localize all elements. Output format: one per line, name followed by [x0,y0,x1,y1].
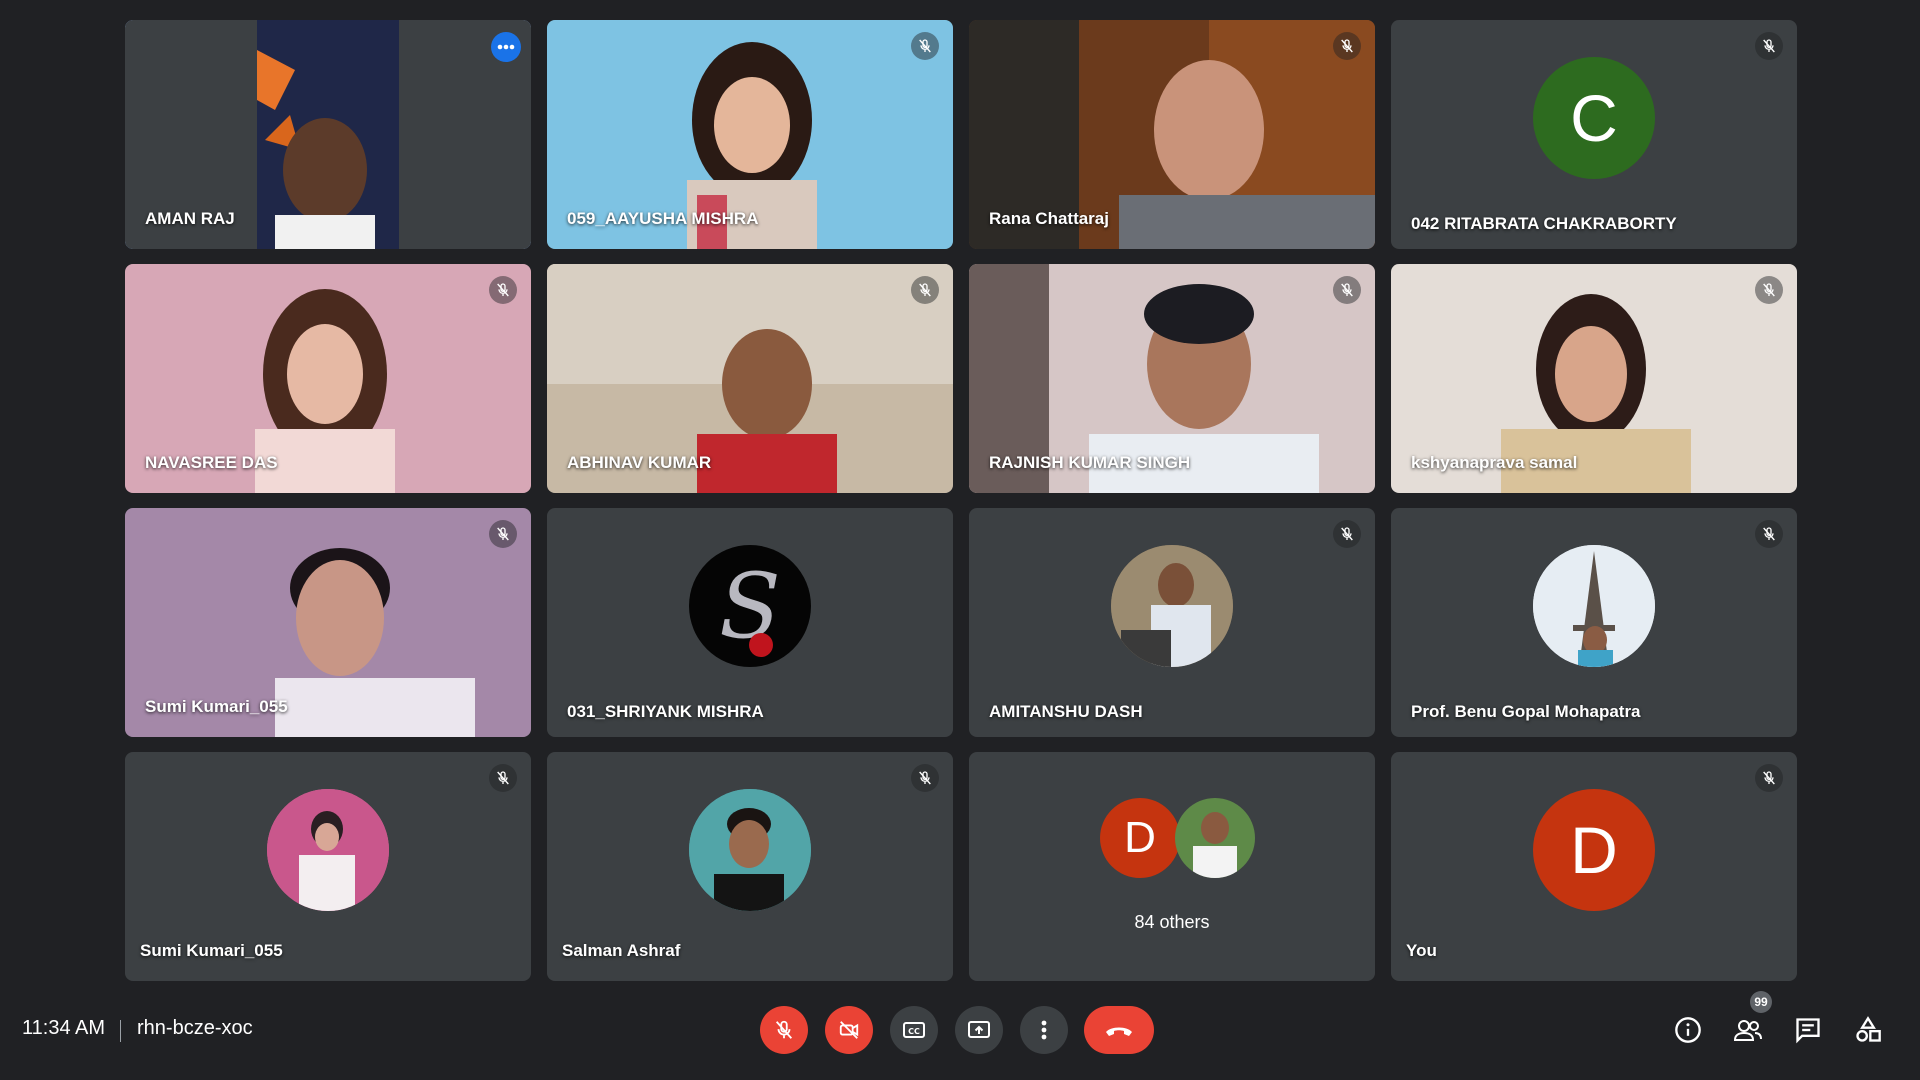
participant-name: ABHINAV KUMAR [567,453,712,472]
participant-avatar: D [1533,788,1655,911]
mic-off-icon [1755,520,1783,548]
camera-off-icon [839,1021,859,1039]
participant-name: AMAN RAJ [145,209,235,228]
mic-off-icon [911,764,939,792]
bottom-bar: 11:34 AM rhn-bcze-xoc CC 99 [0,991,1920,1080]
people-button[interactable] [1730,1012,1766,1048]
divider [120,1020,121,1042]
camera-toggle-button[interactable] [825,1006,873,1054]
mic-off-icon [911,32,939,60]
participant-name: Sumi Kumari_055 [145,697,288,716]
participant-tile-rana-chattaraj[interactable]: Rana Chattaraj [969,20,1375,249]
activities-button[interactable] [1850,1012,1886,1048]
participant-name: You [1406,941,1437,960]
others-avatar-d: D [1100,798,1180,878]
hang-up-icon [1106,1027,1132,1036]
present-screen-button[interactable] [955,1006,1003,1054]
participant-tile-ritabrata-chakraborty[interactable]: C 042 RITABRATA CHAKRABORTY [1391,20,1797,249]
participant-tile-abhinav-kumar[interactable]: ABHINAV KUMAR [547,264,953,493]
mic-off-icon [911,276,939,304]
participant-avatar [267,788,389,911]
more-options-button[interactable] [491,32,521,62]
mic-off-icon [1755,32,1783,60]
others-tile[interactable]: D 84 others [969,752,1375,981]
svg-text:CC: CC [908,1027,920,1036]
participant-tile-benu-gopal-mohapatra[interactable]: Prof. Benu Gopal Mohapatra [1391,508,1797,737]
participant-tile-aman-raj[interactable]: AMAN RAJ [125,20,531,249]
more-vert-icon [1041,1020,1047,1040]
participant-tile-you[interactable]: D You [1391,752,1797,981]
leave-call-button[interactable] [1084,1006,1154,1054]
participant-count-badge: 99 [1750,991,1772,1013]
others-avatar-photo [1175,798,1255,878]
people-icon [1733,1020,1762,1041]
mic-off-icon [1333,32,1361,60]
participant-name: Sumi Kumari_055 [140,941,283,960]
meeting-details-button[interactable] [1670,1012,1706,1048]
mic-off-icon [489,764,517,792]
participant-name: 042 RITABRATA CHAKRABORTY [1411,214,1677,233]
activities-icon [1856,1016,1881,1042]
meeting-code: rhn-bcze-xoc [137,1017,253,1039]
mic-off-icon [1333,276,1361,304]
participant-tile-aayusha-mishra[interactable]: 059_AAYUSHA MISHRA [547,20,953,249]
participant-tile-salman-ashraf[interactable]: Salman Ashraf [547,752,953,981]
participant-tile-sumi-kumari-video[interactable]: Sumi Kumari_055 [125,508,531,737]
others-count: 84 others [1134,912,1210,932]
participant-name: 059_AAYUSHA MISHRA [567,209,759,228]
participant-tile-shriyank-mishra[interactable]: S 031_SHRIYANK MISHRA [547,508,953,737]
captions-icon: CC [903,1022,925,1038]
participant-name: Rana Chattaraj [989,209,1109,228]
more-options-button[interactable] [1020,1006,1068,1054]
captions-button[interactable]: CC [890,1006,938,1054]
participant-name: 031_SHRIYANK MISHRA [567,702,764,721]
participant-avatar [689,788,811,911]
participant-name: Salman Ashraf [562,941,681,960]
participant-avatar: C [1533,56,1655,179]
info-icon [1675,1017,1701,1043]
participant-tile-kshyanaprava-samal[interactable]: kshyanaprava samal [1391,264,1797,493]
mic-off-icon [1755,276,1783,304]
chat-button[interactable] [1790,1012,1826,1048]
participant-avatar: S [689,544,811,667]
participant-name: kshyanaprava samal [1411,453,1578,472]
participant-avatar [1111,544,1233,667]
participant-tile-amitanshu-dash[interactable]: AMITANSHU DASH [969,508,1375,737]
meeting-time: 11:34 AM [22,1017,106,1039]
mic-off-icon [775,1020,793,1039]
mic-toggle-button[interactable] [760,1006,808,1054]
mic-off-icon [1333,520,1361,548]
participant-avatar [1533,544,1655,667]
participant-name: Prof. Benu Gopal Mohapatra [1411,702,1641,721]
participant-name: NAVASREE DAS [145,453,278,472]
participant-tile-rajnish-kumar-singh[interactable]: RAJNISH KUMAR SINGH [969,264,1375,493]
present-icon [968,1021,990,1038]
mic-off-icon [489,520,517,548]
participant-name: AMITANSHU DASH [989,702,1143,721]
chat-icon [1796,1018,1820,1044]
participant-tile-navasree-das[interactable]: NAVASREE DAS [125,264,531,493]
mic-off-icon [1755,764,1783,792]
participant-name: RAJNISH KUMAR SINGH [989,453,1191,472]
participant-tile-sumi-kumari-avatar[interactable]: Sumi Kumari_055 [125,752,531,981]
mic-off-icon [489,276,517,304]
